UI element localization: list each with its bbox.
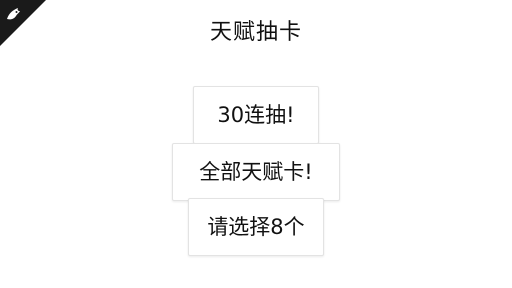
draw-30-button[interactable]: 30连抽!: [193, 86, 319, 144]
select-8-button[interactable]: 请选择8个: [188, 198, 324, 256]
all-talent-cards-button[interactable]: 全部天赋卡!: [172, 143, 340, 201]
page-title: 天赋抽卡: [209, 20, 302, 45]
